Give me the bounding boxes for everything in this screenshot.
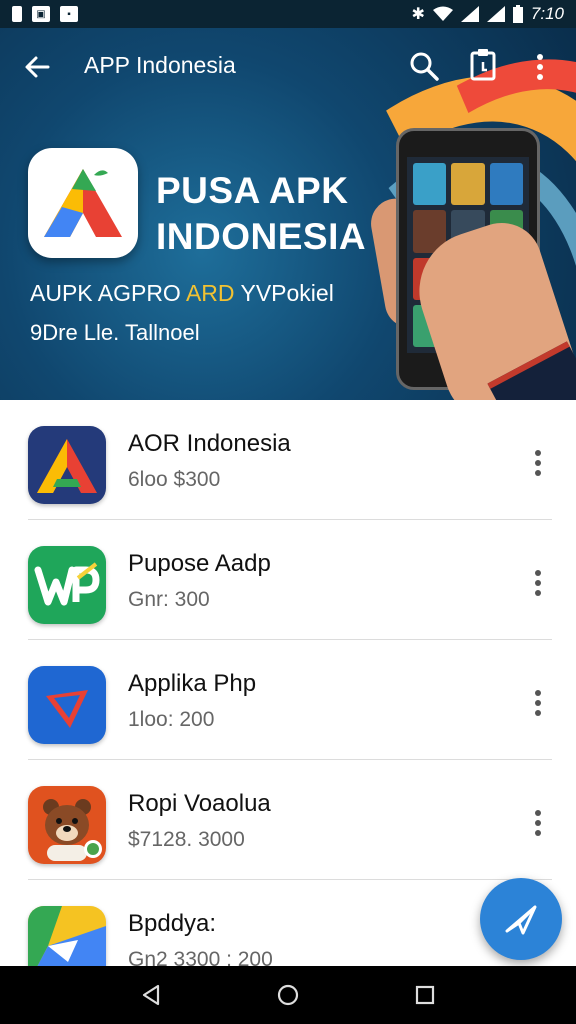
list-item[interactable]: AOR Indonesia 6loo $300 — [0, 400, 576, 520]
list-item[interactable]: Ropi Voaolua $7128. 3000 — [0, 760, 576, 880]
app-meta: $7128. 3000 — [128, 828, 245, 851]
signal-icon — [460, 6, 479, 22]
triangle-logo-icon — [44, 169, 122, 237]
app-name: AOR Indonesia — [128, 430, 291, 457]
hero-subtitle-part2: YVPokiel — [234, 280, 334, 306]
nav-home-icon[interactable] — [277, 984, 299, 1006]
item-menu-icon[interactable] — [530, 448, 546, 478]
app-icon — [28, 786, 106, 864]
hero-title: PUSA APK INDONESIA — [156, 168, 366, 260]
folded-logo-icon — [28, 906, 106, 966]
app-list: AOR Indonesia 6loo $300 Pupose Aadp Gnr:… — [0, 400, 576, 966]
hero-subtitle: AUPK AGPRO ARD YVPokiel — [30, 280, 334, 307]
floating-action-button[interactable] — [480, 878, 562, 960]
app-icon — [28, 546, 106, 624]
list-item[interactable]: Applika Php 1loo: 200 — [0, 640, 576, 760]
nav-back-icon[interactable] — [140, 984, 162, 1006]
app-name: Bpddya: — [128, 910, 217, 937]
triangle-logo-icon — [37, 439, 97, 493]
hero-title-line2: INDONESIA — [156, 216, 367, 257]
message-notification-icon: ▪ — [60, 6, 78, 22]
nav-recents-icon[interactable] — [415, 985, 435, 1005]
item-menu-icon[interactable] — [530, 568, 546, 598]
list-item[interactable]: Pupose Aadp Gnr: 300 — [0, 520, 576, 640]
item-menu-icon[interactable] — [530, 688, 546, 718]
search-icon[interactable] — [408, 50, 440, 82]
bluetooth-icon: ✱ — [411, 6, 425, 23]
system-icons: ✱ 7:10 — [411, 4, 564, 24]
system-navigation-bar — [0, 966, 576, 1024]
app-icon — [28, 426, 106, 504]
more-options-icon[interactable] — [532, 52, 548, 82]
status-bar: ▣ ▪ ✱ 7:10 — [0, 0, 576, 28]
app-icon — [28, 906, 106, 966]
wp-logo-icon — [34, 562, 100, 606]
hero-subtitle-highlight: ARD — [185, 280, 235, 306]
app-name: Applika Php — [128, 670, 257, 697]
notification-icons: ▣ ▪ — [12, 6, 78, 22]
notification-icon — [12, 6, 22, 22]
send-icon — [505, 905, 537, 935]
hero-app-logo — [28, 148, 138, 258]
back-arrow-icon[interactable] — [22, 52, 52, 82]
app-bar-title: APP Indonesia — [84, 52, 236, 78]
diamond-logo-icon — [46, 690, 88, 728]
item-menu-icon[interactable] — [530, 808, 546, 838]
hero-tagline: 9Dre Lle. Tallnoel — [30, 320, 200, 345]
bear-logo-icon — [43, 799, 102, 861]
hero-title-line1: PUSA APK — [156, 170, 349, 211]
app-icon — [28, 666, 106, 744]
app-meta: 1loo: 200 — [128, 708, 215, 731]
signal-icon-2 — [486, 6, 505, 22]
app-bar: APP Indonesia — [0, 28, 576, 104]
wifi-icon — [432, 6, 453, 21]
app-meta: Gnr: 300 — [128, 588, 210, 611]
battery-icon — [512, 5, 523, 23]
app-name: Pupose Aadp — [128, 550, 271, 577]
clipboard-icon[interactable] — [468, 48, 498, 82]
photo-notification-icon: ▣ — [32, 6, 50, 22]
app-meta: 6loo $300 — [128, 468, 221, 491]
hero-subtitle-part1: AUPK AGPRO — [30, 280, 186, 306]
app-name: Ropi Voaolua — [128, 790, 271, 817]
app-meta: Gn2 3300 : 200 — [128, 948, 273, 966]
status-time: 7:10 — [530, 4, 564, 23]
